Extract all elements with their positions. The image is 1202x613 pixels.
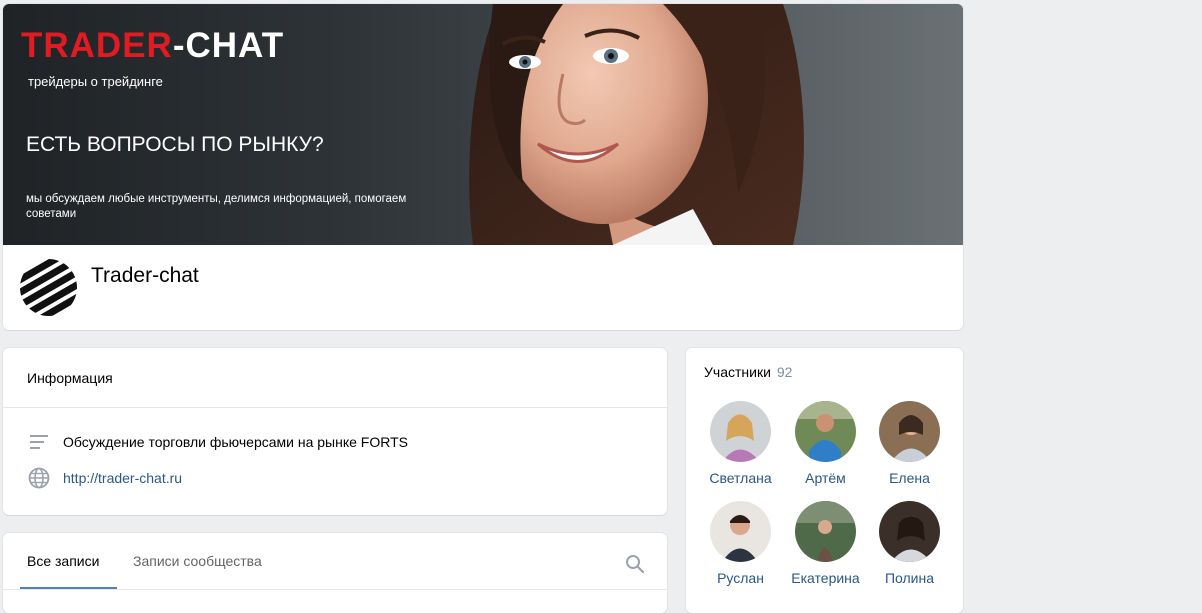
cover-photo-woman xyxy=(453,4,963,245)
member-item[interactable]: Светлана xyxy=(698,401,783,486)
website-link[interactable]: http://trader-chat.ru xyxy=(63,470,182,486)
info-card: Информация Обсуждение торговли фьючерсам… xyxy=(3,348,667,515)
member-name: Руслан xyxy=(717,570,764,586)
description-row: Обсуждение торговли фьючерсами на рынке … xyxy=(27,430,408,454)
divider xyxy=(3,589,667,590)
posts-card: Все записи Записи сообщества xyxy=(3,533,667,613)
members-label: Участники xyxy=(704,364,771,380)
brand-white-text: -CHAT xyxy=(172,26,285,65)
tab-community-posts[interactable]: Записи сообщества xyxy=(133,553,262,569)
text-lines-icon xyxy=(27,430,51,454)
member-avatar xyxy=(795,501,856,562)
member-avatar xyxy=(710,501,771,562)
member-name: Екатерина xyxy=(791,570,860,586)
member-item[interactable]: Екатерина xyxy=(783,501,868,586)
cover-tagline: трейдеры о трейдинге xyxy=(28,74,163,89)
brand-logo-text: TRADER-CHAT xyxy=(21,26,284,66)
tab-all-posts[interactable]: Все записи xyxy=(27,553,99,569)
cover-image: TRADER-CHAT трейдеры о трейдинге ЕСТЬ ВО… xyxy=(3,4,963,245)
group-avatar[interactable] xyxy=(20,259,77,316)
group-header-card: TRADER-CHAT трейдеры о трейдинге ЕСТЬ ВО… xyxy=(3,4,963,330)
group-title: Trader-chat xyxy=(91,264,199,287)
member-name: Полина xyxy=(884,570,935,586)
member-item[interactable]: Артём xyxy=(783,401,868,486)
divider xyxy=(3,407,667,408)
website-row: http://trader-chat.ru xyxy=(27,466,182,490)
member-avatar xyxy=(879,401,940,462)
globe-icon xyxy=(27,466,51,490)
cover-subtext: мы обсуждаем любые инструменты, делимся … xyxy=(26,193,407,220)
member-avatar xyxy=(879,501,940,562)
member-name: Светлана xyxy=(709,470,772,486)
info-heading: Информация xyxy=(27,370,113,386)
member-name: Артём xyxy=(805,470,846,486)
members-heading[interactable]: Участники 92 xyxy=(704,364,792,380)
member-item[interactable]: Елена xyxy=(867,401,952,486)
group-description: Обсуждение торговли фьючерсами на рынке … xyxy=(63,434,408,450)
cover-question: ЕСТЬ ВОПРОСЫ ПО РЫНКУ? xyxy=(26,133,324,156)
member-avatar xyxy=(710,401,771,462)
brand-red-text: TRADER xyxy=(21,26,173,65)
member-item[interactable]: Руслан xyxy=(698,501,783,586)
member-name: Елена xyxy=(889,470,930,486)
member-item[interactable]: Полина xyxy=(867,501,952,586)
search-icon[interactable] xyxy=(625,554,645,574)
members-card: Участники 92 Светлана Артём Елена Руслан… xyxy=(686,348,963,613)
members-count: 92 xyxy=(776,364,793,380)
member-avatar xyxy=(795,401,856,462)
